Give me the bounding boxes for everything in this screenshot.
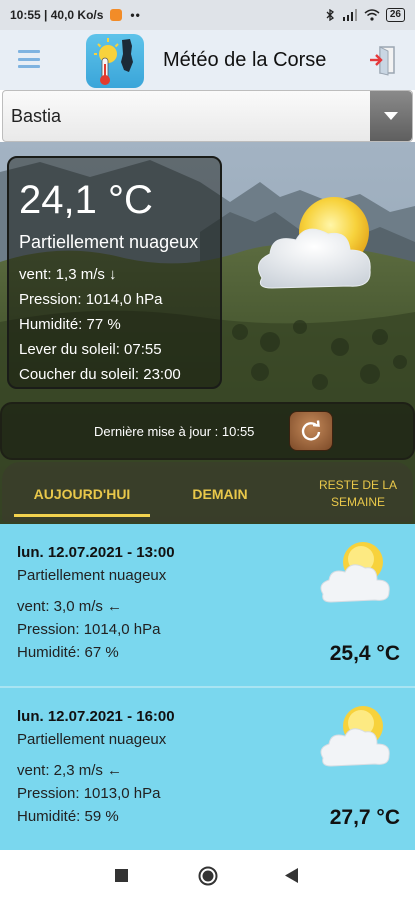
forecast-list[interactable]: lun. 12.07.2021 - 13:00 Partiellement nu… bbox=[0, 524, 415, 850]
last-update-text: Dernière mise à jour : 10:55 bbox=[94, 424, 255, 439]
forecast-description: Partiellement nuageux bbox=[17, 731, 167, 748]
current-temperature: 24,1 °C bbox=[19, 178, 153, 222]
forecast-wind: vent: 3,0 m/s ← bbox=[17, 598, 123, 615]
current-sunrise: Lever du soleil: 07:55 bbox=[19, 341, 162, 358]
active-tab-indicator bbox=[14, 514, 150, 517]
forecast-wind: vent: 2,3 m/s ← bbox=[17, 762, 123, 779]
forecast-humidity: Humidité: 59 % bbox=[17, 808, 119, 825]
forecast-temperature: 25,4 °C bbox=[329, 642, 400, 665]
exit-door-icon[interactable] bbox=[368, 44, 398, 76]
refresh-button[interactable] bbox=[289, 411, 333, 451]
forecast-tabs: AUJOURD'HUI DEMAIN RESTE DE LA SEMAINE bbox=[2, 462, 413, 522]
forecast-datetime: lun. 12.07.2021 - 13:00 bbox=[17, 544, 175, 561]
current-sunset: Coucher du soleil: 23:00 bbox=[19, 366, 181, 383]
current-weather-hero: 24,1 °C Partiellement nuageux vent: 1,3 … bbox=[0, 142, 415, 524]
recent-apps-button[interactable] bbox=[115, 869, 128, 887]
status-time: 10:55 | 40,0 Ko/s bbox=[10, 8, 104, 22]
tab-tomorrow[interactable]: DEMAIN bbox=[182, 486, 258, 502]
square-icon bbox=[115, 869, 128, 882]
forecast-item[interactable]: lun. 12.07.2021 - 16:00 Partiellement nu… bbox=[0, 688, 415, 850]
signal-icon bbox=[342, 9, 357, 21]
partly-cloudy-icon bbox=[320, 542, 390, 603]
back-triangle-icon bbox=[285, 868, 298, 883]
home-circle-icon bbox=[198, 866, 218, 886]
forecast-pressure: Pression: 1014,0 hPa bbox=[17, 621, 161, 638]
forecast-item[interactable]: lun. 12.07.2021 - 13:00 Partiellement nu… bbox=[0, 524, 415, 688]
home-button[interactable] bbox=[198, 866, 218, 891]
status-dots: •• bbox=[130, 8, 141, 22]
status-bar: 10:55 | 40,0 Ko/s •• 26 bbox=[0, 0, 415, 30]
current-pressure: Pression: 1014,0 hPa bbox=[19, 291, 163, 308]
wifi-icon bbox=[364, 9, 380, 21]
partly-cloudy-icon bbox=[320, 706, 390, 767]
app-logo bbox=[86, 34, 144, 88]
city-select-value: Bastia bbox=[11, 105, 62, 126]
app-bar: Météo de la Corse bbox=[0, 30, 415, 90]
forecast-humidity: Humidité: 67 % bbox=[17, 644, 119, 661]
tab-today[interactable]: AUJOURD'HUI bbox=[26, 486, 138, 502]
current-weather-panel: 24,1 °C Partiellement nuageux vent: 1,3 … bbox=[7, 156, 222, 389]
notification-badge-icon bbox=[110, 9, 123, 21]
battery-indicator: 26 bbox=[385, 8, 405, 22]
forecast-description: Partiellement nuageux bbox=[17, 567, 167, 584]
current-humidity: Humidité: 77 % bbox=[19, 316, 121, 333]
forecast-temperature: 27,7 °C bbox=[329, 806, 400, 829]
forecast-datetime: lun. 12.07.2021 - 16:00 bbox=[17, 708, 175, 725]
tab-rest-of-week[interactable]: RESTE DE LA SEMAINE bbox=[308, 477, 408, 511]
partly-cloudy-icon bbox=[257, 197, 371, 289]
hamburger-menu-icon[interactable] bbox=[18, 50, 40, 68]
app-title: Météo de la Corse bbox=[163, 49, 327, 71]
back-button[interactable] bbox=[285, 868, 299, 888]
current-wind: vent: 1,3 m/s ↓ bbox=[19, 266, 117, 283]
update-panel: Dernière mise à jour : 10:55 bbox=[0, 402, 415, 460]
chevron-down-icon bbox=[384, 112, 398, 120]
dropdown-button[interactable] bbox=[370, 91, 412, 141]
current-description: Partiellement nuageux bbox=[19, 232, 199, 252]
system-nav-bar bbox=[0, 850, 415, 900]
status-left: 10:55 | 40,0 Ko/s •• bbox=[10, 8, 141, 22]
city-select[interactable]: Bastia bbox=[2, 90, 413, 142]
forecast-pressure: Pression: 1013,0 hPa bbox=[17, 785, 161, 802]
status-right: 26 bbox=[324, 8, 405, 22]
refresh-icon bbox=[301, 420, 321, 441]
bluetooth-icon bbox=[326, 9, 334, 21]
